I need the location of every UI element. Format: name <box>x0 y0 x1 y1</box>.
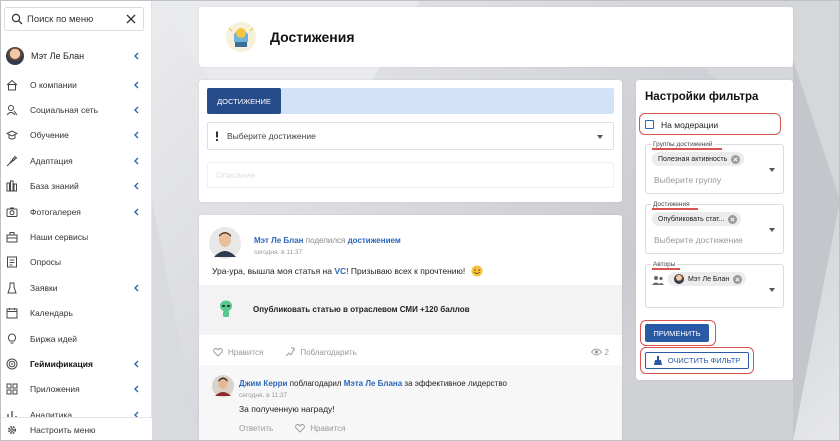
window-frame <box>0 0 840 441</box>
